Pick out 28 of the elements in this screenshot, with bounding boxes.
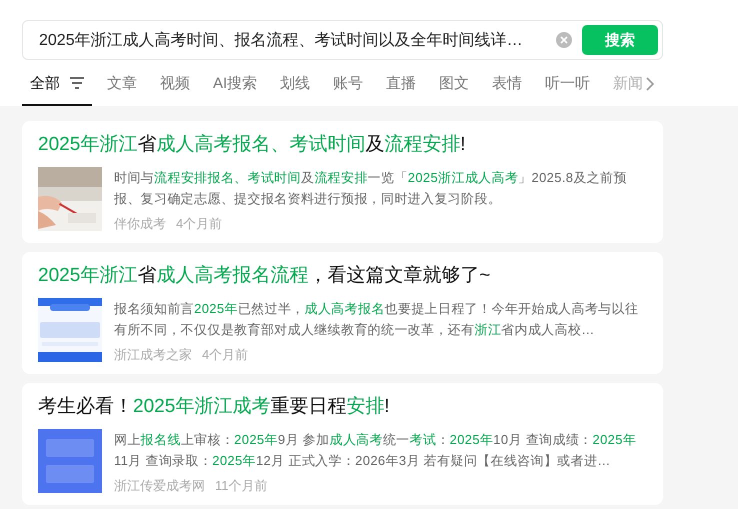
source-name[interactable]: 浙江传爱成考网 [114,477,205,495]
result-title[interactable]: 2025年浙江省成人高考报名流程，看这篇文章就够了~ [38,264,647,288]
result-card[interactable]: 考生必看！2025年浙江成考重要日程安排! 网上报名线上审核：2025年9月 参加成人高考统一考试：2025年10月 查询成绩：2025年 11月 查询录取：2025年12月 正式入学：2026年3月 若有疑问【在线咨询】或者进… 浙江传爱成考网 11个月前 [22,383,663,505]
result-card[interactable]: 2025年浙江省成人高考报名、考试时间及流程安排! 时间与流程安排报名、考试时间及流程安排一览「2025浙江成人高考」2025.8及之前预报、复习确定志愿、提交报名资料进行预报，同时进入复习阶段。 伴你成考 4个月前 [22,121,663,243]
tab[interactable]: 视频 [152,62,198,106]
source-name[interactable]: 伴你成考 [114,215,166,233]
clear-icon[interactable] [556,32,572,48]
result-summary: 时间与流程安排报名、考试时间及流程安排一览「2025浙江成人高考」2025.8及之前预报、复习确定志愿、提交报名资料进行预报，同时进入复习阶段。 [114,169,628,208]
publish-time: 11个月前 [215,477,268,495]
tab[interactable]: 文章 [99,62,145,106]
result-card[interactable]: 2025年浙江省成人高考报名流程，看这篇文章就够了~ 报名须知前言2025年已然过半，成人高考报名也要提上日程了！今年开始成人高考与以往有所不同，不仅仅是教育部对成人继续教育的统一改革，还有浙江省内成人高校… 浙江成考之家 4个月前 [22,252,663,374]
tab[interactable]: 账号 [325,62,372,106]
publish-time: 4个月前 [202,346,248,364]
search-field[interactable]: 2025年浙江成人高考时间、报名流程、考试时间以及全年时间线详… 搜索 [22,20,663,60]
tab[interactable]: 表情 [484,62,530,106]
tab[interactable]: AI搜索 [205,62,266,106]
filter-icon[interactable] [70,77,84,89]
source-name[interactable]: 浙江成考之家 [114,346,192,364]
tab[interactable]: 听一听 [537,62,598,106]
result-summary: 网上报名线上审核：2025年9月 参加成人高考统一考试：2025年10月 查询成绩：2025年 11月 查询录取：2025年12月 正式入学：2026年3月 若有疑问【在线咨询】或者进… [114,431,638,470]
tab[interactable]: 图文 [431,62,478,106]
result-title[interactable]: 考生必看！2025年浙江成考重要日程安排! [38,395,647,419]
result-title[interactable]: 2025年浙江省成人高考报名、考试时间及流程安排! [38,133,647,157]
tab[interactable]: 划线 [272,62,318,106]
result-summary: 报名须知前言2025年已然过半，成人高考报名也要提上日程了！今年开始成人高考与以往有所不同，不仅仅是教育部对成人继续教育的统一改革，还有浙江省内成人高校… [114,300,640,339]
tab[interactable]: 直播 [378,62,424,106]
search-button[interactable]: 搜索 [582,25,658,55]
publish-time: 4个月前 [176,215,222,233]
